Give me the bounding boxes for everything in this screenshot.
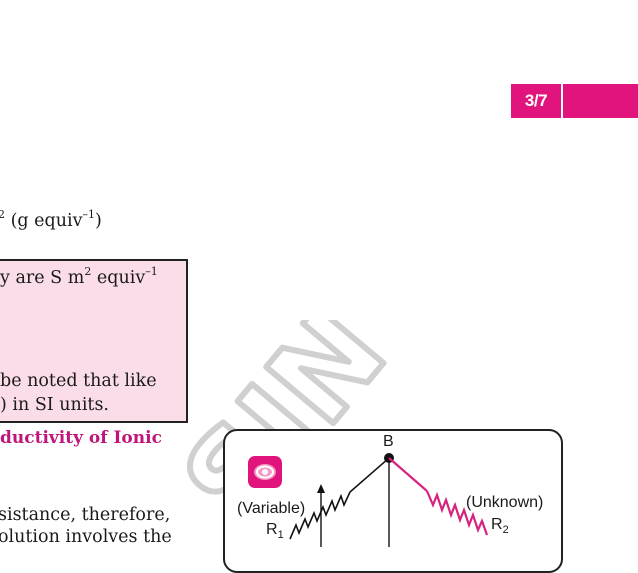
r2-label: R2 [491,516,509,536]
unit-line: 2 (g equiv–1) [0,208,102,231]
r1-label: R1 [266,521,284,541]
box-line-1-text: y are S m [0,268,85,288]
page-number-badge: 3/7 [511,84,561,118]
node-b-label: B [383,433,394,450]
page-number: 3/7 [524,91,548,110]
box-line-2: be noted that like [0,371,157,391]
unknown-label: (Unknown) [466,494,544,511]
r1-letter: R [266,521,278,538]
box-line-1: y are S m2 equiv–1 [0,265,158,288]
box-line-1-mid: equiv [91,268,146,288]
box-sup-2: –1 [145,265,158,278]
r2-letter: R [491,516,503,533]
box-line-3: ) in SI units. [0,395,109,415]
r1-sub: 1 [277,529,284,542]
unit-sup-exp: –1 [82,208,95,221]
unit-text: (g equiv [5,211,83,231]
variable-label: (Variable) [237,500,306,517]
unit-suffix: ) [94,211,102,231]
r2-sub: 2 [502,524,509,537]
header-accent-strip [563,84,638,118]
body-line-2: olution involves the [0,527,172,547]
section-heading: ductivity of Ionic [0,428,162,448]
body-line-1: sistance, therefore, [0,505,171,525]
